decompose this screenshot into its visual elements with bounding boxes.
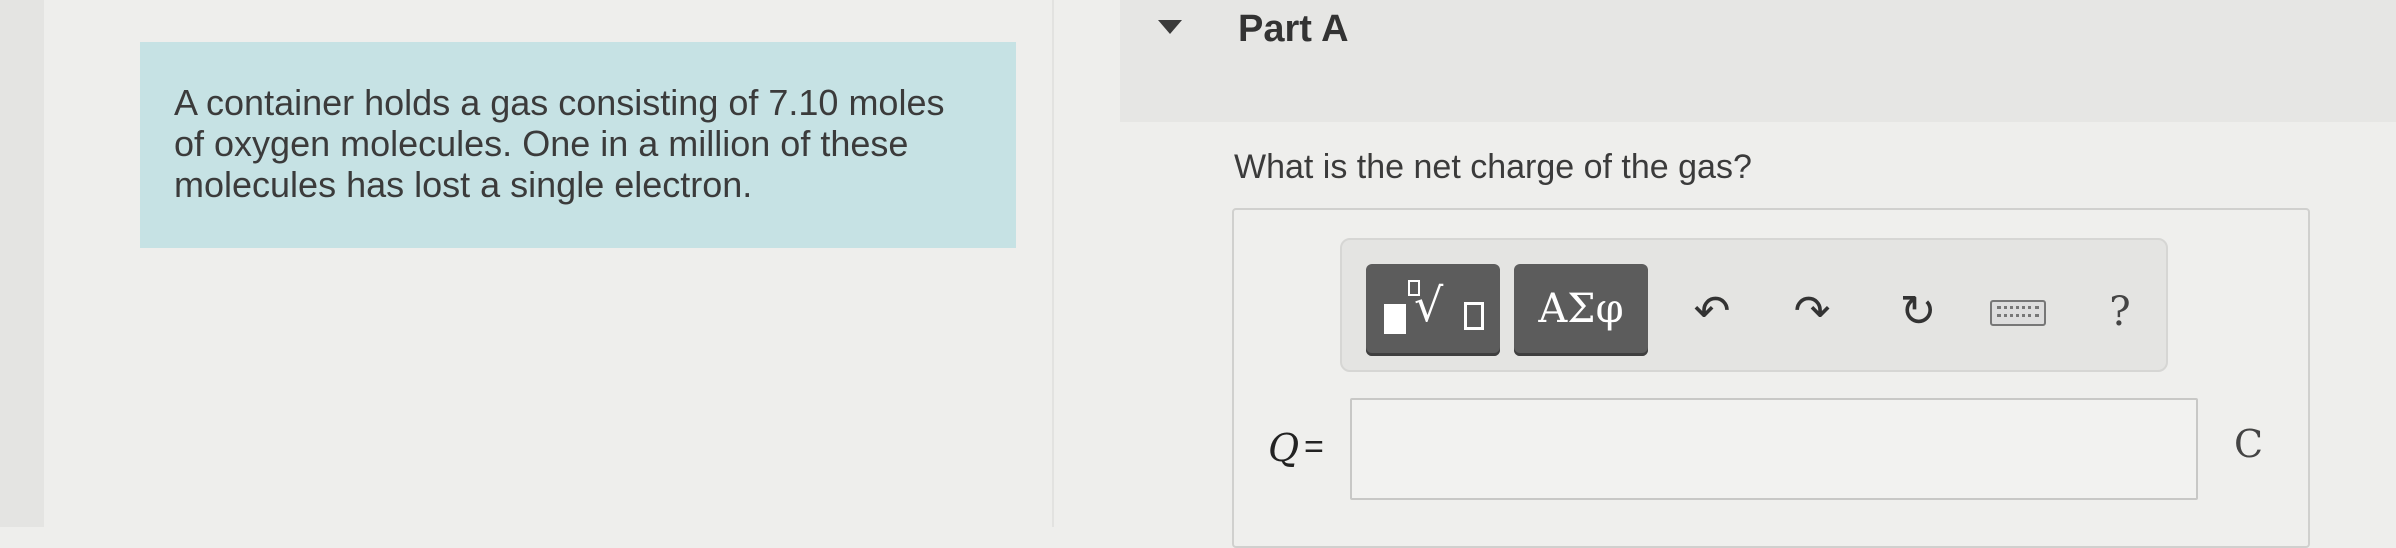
keyboard-keys-row	[1997, 306, 2039, 313]
help-icon[interactable]: ?	[2092, 284, 2148, 340]
templates-button[interactable]: √	[1366, 264, 1500, 356]
reset-icon[interactable]: ↻	[1890, 284, 1946, 340]
symbols-label: ΑΣφ	[1538, 286, 1624, 332]
collapse-caret-icon[interactable]	[1158, 20, 1182, 34]
radical-icon: √	[1414, 278, 1444, 332]
answer-variable: Q	[1268, 426, 1300, 470]
problem-text: A container holds a gas consisting of 7.…	[174, 82, 945, 205]
keyboard-keys-row	[1997, 314, 2039, 321]
unit-label: C	[2234, 422, 2264, 466]
undo-icon[interactable]: ↶	[1684, 284, 1740, 340]
left-edge	[0, 0, 44, 527]
templates-icon	[1384, 304, 1406, 334]
symbols-button[interactable]: ΑΣφ	[1514, 264, 1648, 356]
part-title[interactable]: Part A	[1238, 8, 1349, 51]
redo-icon[interactable]: ↷	[1784, 284, 1840, 340]
problem-statement-box: A container holds a gas consisting of 7.…	[140, 42, 1016, 248]
keyboard-icon[interactable]	[1990, 300, 2046, 326]
question-text: What is the net charge of the gas?	[1234, 148, 1752, 186]
answer-input[interactable]	[1350, 398, 2198, 500]
radicand-box	[1464, 302, 1484, 330]
answer-equals: =	[1304, 428, 1324, 466]
column-divider	[1052, 0, 1054, 527]
